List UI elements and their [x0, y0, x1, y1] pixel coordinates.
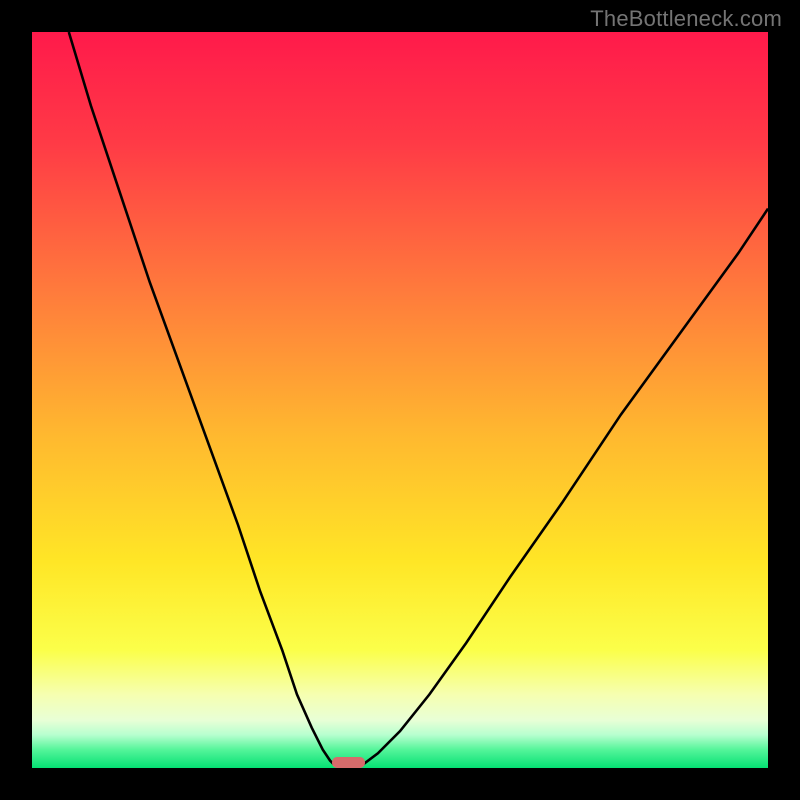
curve-layer [32, 32, 768, 768]
left-curve [69, 32, 334, 764]
chart-frame: TheBottleneck.com [0, 0, 800, 800]
baseline-marker [332, 757, 366, 768]
right-curve [363, 209, 768, 765]
plot-area [32, 32, 768, 768]
watermark-text: TheBottleneck.com [590, 6, 782, 32]
